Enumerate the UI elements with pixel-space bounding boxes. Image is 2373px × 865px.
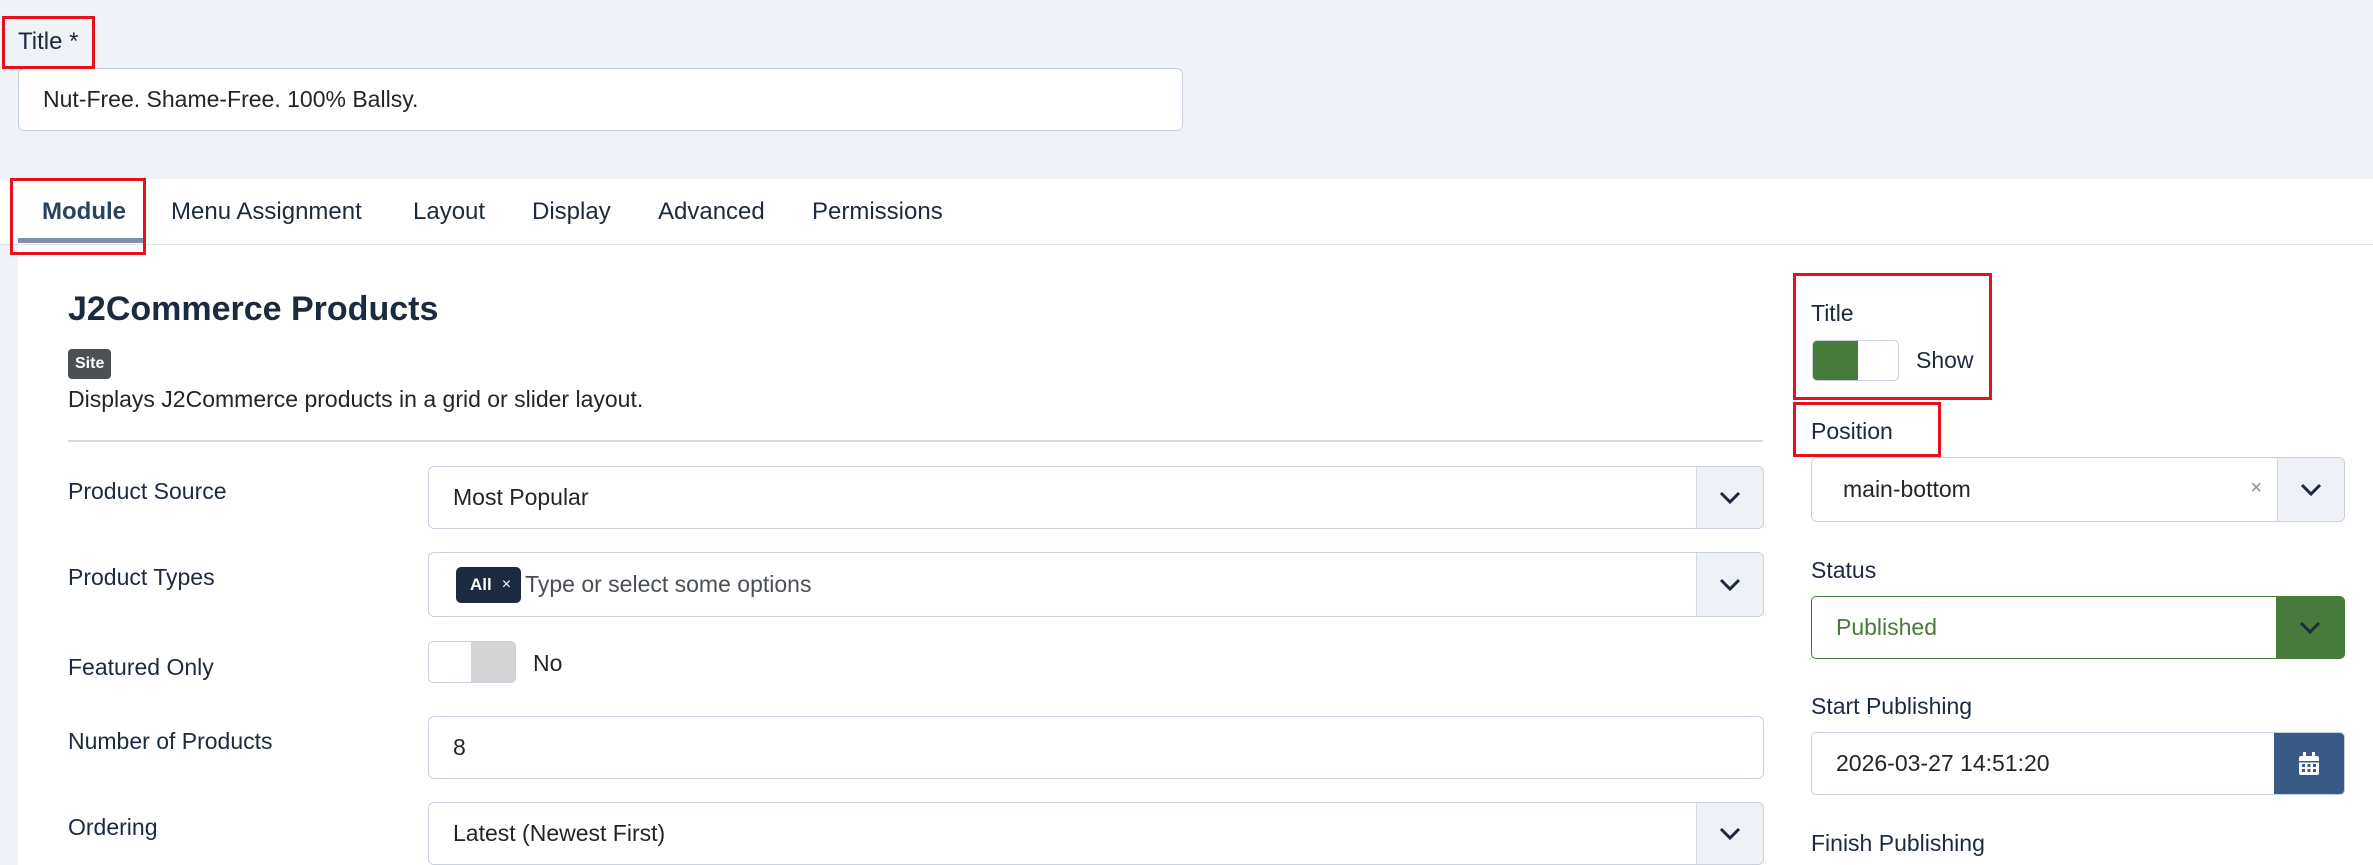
- chevron-down-icon[interactable]: [2276, 597, 2344, 658]
- chevron-down-icon[interactable]: [1696, 803, 1763, 864]
- tag-all: All ×: [456, 566, 522, 603]
- start-publishing-value: 2026-03-27 14:51:20: [1836, 750, 2050, 776]
- highlight-box-position: [1793, 402, 1941, 457]
- status-select[interactable]: Published: [1811, 596, 2345, 659]
- position-select[interactable]: main-bottom ×: [1811, 457, 2345, 522]
- module-heading: J2Commerce Products: [68, 290, 439, 328]
- start-publishing-input[interactable]: 2026-03-27 14:51:20: [1811, 732, 2345, 795]
- ordering-label: Ordering: [68, 814, 158, 840]
- module-description: Displays J2Commerce products in a grid o…: [68, 386, 644, 412]
- number-of-products-value: 8: [453, 734, 466, 760]
- product-source-select[interactable]: Most Popular: [428, 466, 1764, 529]
- product-types-select[interactable]: All × Type or select some options: [428, 552, 1764, 617]
- tab-advanced[interactable]: Advanced: [658, 179, 765, 245]
- tab-menu-assignment[interactable]: Menu Assignment: [171, 179, 362, 245]
- chevron-down-icon[interactable]: [2277, 458, 2344, 521]
- number-of-products-input[interactable]: 8: [428, 716, 1764, 779]
- product-types-label: Product Types: [68, 564, 215, 590]
- product-source-label: Product Source: [68, 478, 227, 504]
- featured-only-label: Featured Only: [68, 654, 214, 680]
- number-of-products-label: Number of Products: [68, 728, 273, 754]
- start-publishing-label: Start Publishing: [1811, 693, 1973, 719]
- status-value: Published: [1836, 614, 1938, 640]
- ordering-select[interactable]: Latest (Newest First): [428, 802, 1764, 865]
- tab-bar: Module Menu Assignment Layout Display Ad…: [0, 179, 2373, 245]
- tag-remove-icon[interactable]: ×: [502, 576, 511, 594]
- finish-publishing-label: Finish Publishing: [1811, 830, 1985, 856]
- highlight-box-title: [2, 16, 95, 69]
- product-types-placeholder: Type or select some options: [525, 571, 812, 597]
- status-label: Status: [1811, 557, 1877, 583]
- site-badge: Site: [68, 349, 112, 379]
- chevron-down-icon[interactable]: [1696, 467, 1763, 528]
- highlight-box-sidebar-title: [1793, 273, 1992, 400]
- tab-layout[interactable]: Layout: [413, 179, 485, 245]
- toggle-knob: [471, 642, 515, 682]
- featured-only-toggle[interactable]: [428, 641, 516, 683]
- title-input[interactable]: Nut-Free. Shame-Free. 100% Ballsy.: [18, 68, 1183, 131]
- chevron-down-icon[interactable]: [1696, 553, 1763, 616]
- title-input-value: Nut-Free. Shame-Free. 100% Ballsy.: [43, 86, 419, 112]
- calendar-icon[interactable]: [2274, 733, 2344, 794]
- ordering-value: Latest (Newest First): [453, 820, 666, 846]
- tab-display[interactable]: Display: [532, 179, 611, 245]
- divider: [68, 440, 1763, 442]
- position-value: main-bottom: [1843, 476, 1971, 502]
- product-source-value: Most Popular: [453, 484, 589, 510]
- featured-only-value: No: [533, 650, 563, 676]
- tag-all-label: All: [470, 574, 492, 594]
- close-icon[interactable]: ×: [2250, 477, 2262, 500]
- highlight-box-module-tab: [10, 178, 146, 255]
- tab-permissions[interactable]: Permissions: [812, 179, 943, 245]
